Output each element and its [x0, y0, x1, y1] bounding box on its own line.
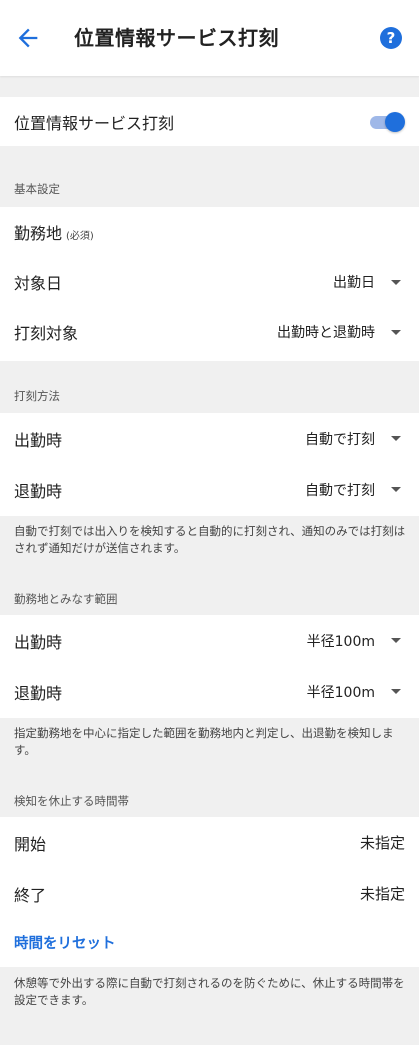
stamp-method-header: 打刻方法 — [14, 389, 60, 403]
range-header: 勤務地とみなす範囲 — [14, 592, 118, 606]
method-clock-out-select[interactable]: 自動で打刻 — [305, 480, 405, 500]
stamp-target-select[interactable]: 出勤時と退勤時 — [277, 322, 405, 342]
dropdown-caret-icon — [391, 279, 401, 285]
method-clock-in-label: 出勤時 — [14, 430, 63, 450]
method-clock-in-value: 自動で打刻 — [305, 431, 375, 448]
page-title: 位置情報サービス打刻 — [74, 26, 279, 50]
location-stamp-toggle-row[interactable]: 位置情報サービス打刻 — [0, 97, 419, 146]
back-arrow-icon[interactable] — [14, 24, 42, 52]
dropdown-caret-icon — [391, 487, 401, 492]
stamp-target-label: 打刻対象 — [14, 324, 79, 343]
workplace-label-text: 勤務地 — [14, 224, 63, 243]
dropdown-caret-icon — [391, 689, 401, 694]
pause-end-row[interactable]: 終了 未指定 — [0, 868, 419, 919]
stamp-method-group: 出勤時 自動で打刻 退勤時 自動で打刻 — [0, 413, 419, 516]
pause-note: 休憩等で外出する際に自動で打刻されるのを防ぐために、休止する時間帯を設定できます… — [14, 976, 405, 1007]
location-stamp-settings-screen: 位置情報サービス打刻 ? 位置情報サービス打刻 基本設定 勤務地 (必須) 対象日… — [0, 0, 419, 1045]
range-clock-out-label: 退勤時 — [14, 683, 63, 703]
method-clock-in-select[interactable]: 自動で打刻 — [305, 429, 405, 449]
range-clock-in-row[interactable]: 出勤時 半径100m — [0, 615, 419, 666]
method-clock-out-row[interactable]: 退勤時 自動で打刻 — [0, 464, 419, 515]
range-group: 出勤時 半径100m 退勤時 半径100m — [0, 615, 419, 718]
reset-time-button[interactable]: 時間をリセット — [14, 932, 116, 953]
dropdown-caret-icon — [391, 329, 401, 335]
method-clock-out-value: 自動で打刻 — [305, 482, 375, 499]
range-clock-out-select[interactable]: 半径100m — [307, 682, 405, 702]
help-icon[interactable]: ? — [380, 27, 402, 49]
target-day-select[interactable]: 出勤日 — [333, 272, 405, 292]
dropdown-caret-icon — [391, 436, 401, 441]
target-day-label: 対象日 — [14, 274, 63, 293]
range-clock-out-row[interactable]: 退勤時 半径100m — [0, 666, 419, 717]
dropdown-caret-icon — [391, 638, 401, 643]
location-stamp-toggle-switch[interactable] — [369, 111, 405, 132]
range-clock-in-value: 半径100m — [306, 633, 375, 650]
required-badge: (必須) — [66, 231, 94, 242]
basic-settings-group: 勤務地 (必須) 対象日 出勤日 打刻対象 出勤時と退勤時 — [0, 207, 419, 361]
toggle-knob — [385, 111, 405, 132]
location-stamp-toggle-label: 位置情報サービス打刻 — [14, 113, 175, 133]
pause-start-row[interactable]: 開始 未指定 — [0, 817, 419, 868]
range-clock-in-label: 出勤時 — [14, 632, 63, 652]
stamp-target-value: 出勤時と退勤時 — [277, 325, 375, 341]
method-clock-in-row[interactable]: 出勤時 自動で打刻 — [0, 413, 419, 464]
target-day-value: 出勤日 — [333, 275, 375, 291]
stamp-method-note: 自動で打刻では出入りを検知すると自動的に打刻され、通知のみでは打刻はされず通知だ… — [14, 524, 406, 555]
workplace-label: 勤務地 (必須) — [14, 220, 94, 244]
pause-header: 検知を休止する時間帯 — [14, 794, 129, 808]
target-day-row[interactable]: 対象日 出勤日 — [0, 257, 419, 307]
range-clock-out-value: 半径100m — [306, 684, 375, 701]
range-note: 指定勤務地を中心に指定した範囲を勤務地内と判定し、出退勤を検知します。 — [14, 726, 394, 757]
stamp-target-row[interactable]: 打刻対象 出勤時と退勤時 — [0, 307, 419, 357]
method-clock-out-label: 退勤時 — [14, 481, 63, 501]
pause-start-value[interactable]: 未指定 — [360, 832, 405, 853]
pause-start-label: 開始 — [14, 834, 47, 854]
app-bar: 位置情報サービス打刻 ? — [0, 0, 419, 76]
pause-end-label: 終了 — [14, 885, 47, 905]
range-clock-in-select[interactable]: 半径100m — [307, 631, 405, 651]
basic-settings-header: 基本設定 — [14, 182, 60, 196]
pause-end-value[interactable]: 未指定 — [360, 883, 405, 904]
workplace-row[interactable]: 勤務地 (必須) — [0, 207, 419, 257]
